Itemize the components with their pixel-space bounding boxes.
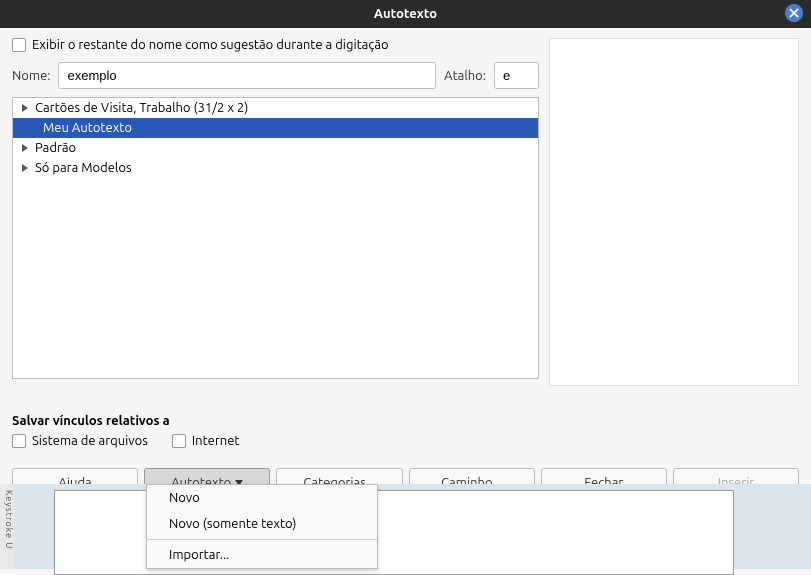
menu-new[interactable]: Novo — [147, 485, 377, 511]
dialog-body: Exibir o restante do nome como sugestão … — [0, 28, 811, 396]
autotext-dropdown: Novo Novo (somente texto) Importar... — [146, 484, 378, 569]
tree-item-modelos[interactable]: Só para Modelos — [13, 158, 538, 178]
links-title: Salvar vínculos relativos a — [12, 414, 799, 428]
tree-item-cartoes[interactable]: Cartões de Visita, Trabalho (31/2 x 2) — [13, 98, 538, 118]
background-area: Keystroke U — [0, 484, 811, 569]
caret-right-icon — [19, 142, 31, 154]
filesystem-checkbox[interactable] — [12, 434, 26, 448]
left-column: Exibir o restante do nome como sugestão … — [12, 38, 539, 386]
menu-import[interactable]: Importar... — [147, 542, 377, 568]
tree-label: Meu Autotexto — [43, 121, 132, 135]
titlebar: Autotexto — [0, 0, 811, 28]
bg-sidebar-text: Keystroke U — [0, 484, 14, 569]
shortcut-input[interactable] — [494, 62, 539, 89]
links-section: Salvar vínculos relativos a Sistema de a… — [0, 414, 811, 458]
tree-label: Cartões de Visita, Trabalho (31/2 x 2) — [35, 101, 248, 115]
menu-separator — [147, 539, 377, 540]
suggest-checkbox[interactable] — [12, 38, 26, 52]
caret-right-icon — [19, 102, 31, 114]
name-row: Nome: Atalho: — [12, 62, 539, 89]
internet-checkbox[interactable] — [172, 434, 186, 448]
internet-row: Internet — [172, 434, 240, 448]
tree-item-meu-autotexto[interactable]: Meu Autotexto — [13, 118, 538, 138]
filesystem-label: Sistema de arquivos — [32, 434, 148, 448]
suggest-label: Exibir o restante do nome como sugestão … — [32, 38, 389, 52]
internet-label: Internet — [192, 434, 240, 448]
category-tree[interactable]: Cartões de Visita, Trabalho (31/2 x 2) M… — [12, 97, 539, 379]
shortcut-label: Atalho: — [444, 69, 486, 83]
filesystem-row: Sistema de arquivos — [12, 434, 148, 448]
menu-new-text[interactable]: Novo (somente texto) — [147, 511, 377, 537]
close-icon[interactable] — [785, 4, 803, 22]
name-input[interactable] — [58, 62, 436, 89]
suggest-row: Exibir o restante do nome como sugestão … — [12, 38, 539, 52]
tree-item-padrao[interactable]: Padrão — [13, 138, 538, 158]
caret-right-icon — [19, 162, 31, 174]
tree-label: Só para Modelos — [35, 161, 132, 175]
name-label: Nome: — [12, 69, 50, 83]
tree-label: Padrão — [35, 141, 76, 155]
links-row: Sistema de arquivos Internet — [12, 434, 799, 458]
dialog-title: Autotexto — [374, 7, 437, 21]
preview-pane — [549, 38, 799, 386]
